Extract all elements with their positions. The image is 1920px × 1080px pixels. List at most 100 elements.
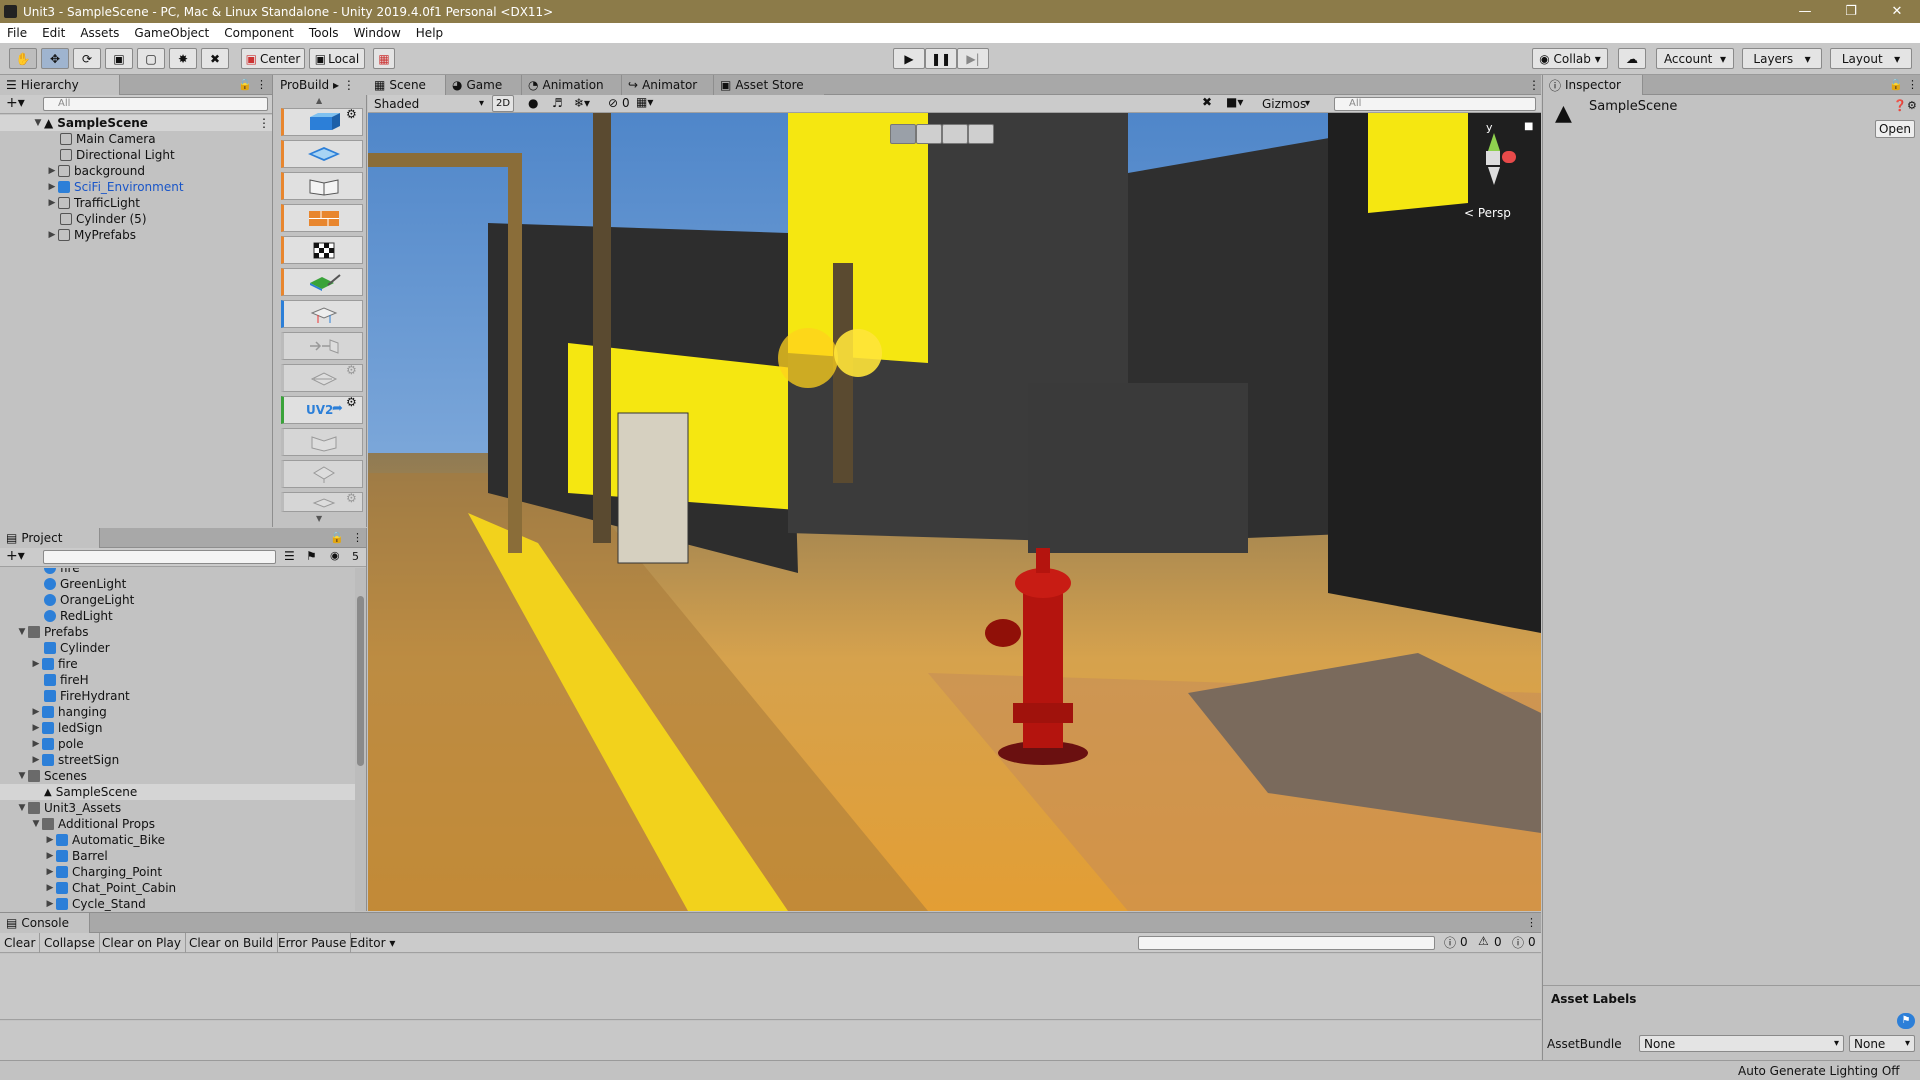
gizmo-z-cone[interactable]: [1488, 167, 1500, 185]
menu-assets[interactable]: Assets: [73, 26, 127, 40]
menu-window[interactable]: Window: [346, 26, 408, 40]
project-item[interactable]: ▶ Chat_Point_Cabin: [0, 880, 355, 896]
panel-menu-icon[interactable]: ⋮: [352, 531, 363, 544]
perspective-label[interactable]: < Persp: [1464, 206, 1511, 220]
lock-icon[interactable]: 🔒: [330, 531, 344, 544]
expand-arrow-icon[interactable]: ▶: [46, 230, 58, 240]
project-item[interactable]: ▶ Charging_Point: [0, 864, 355, 880]
tab-project[interactable]: ▤ Project: [0, 528, 100, 548]
settings-gear-icon[interactable]: ⚙: [346, 395, 357, 409]
project-folder[interactable]: ▼ Additional Props: [0, 816, 355, 832]
console-collapse-button[interactable]: Collapse: [40, 933, 100, 953]
scrollbar-thumb[interactable]: [357, 596, 364, 766]
tab-inspector[interactable]: ⓘ Inspector: [1543, 75, 1643, 95]
project-item[interactable]: ▶ ledSign: [0, 720, 355, 736]
menu-file[interactable]: File: [0, 26, 35, 40]
project-item[interactable]: OrangeLight: [0, 592, 355, 608]
vertex-mode-icon[interactable]: [916, 124, 942, 144]
gizmos-dropdown[interactable]: Gizmos: [1258, 95, 1314, 112]
collab-dropdown[interactable]: ◉ Collab ▾: [1532, 48, 1608, 69]
custom-tool-icon[interactable]: ✖: [201, 48, 229, 69]
hierarchy-search-input[interactable]: All: [43, 97, 268, 111]
scene-viewport[interactable]: y < Persp ■: [368, 113, 1541, 911]
expand-arrow-icon[interactable]: ▶: [44, 899, 56, 909]
uv-editor-button[interactable]: [281, 204, 363, 232]
layout-dropdown[interactable]: Layout ▾: [1830, 48, 1912, 69]
menu-gameobject[interactable]: GameObject: [127, 26, 217, 40]
hierarchy-item[interactable]: ▶ SciFi_Environment: [0, 179, 272, 195]
expand-arrow-icon[interactable]: ▼: [16, 627, 28, 637]
expand-arrow-icon[interactable]: ▼: [32, 118, 44, 128]
project-item[interactable]: fireH: [0, 672, 355, 688]
scroll-down-arrow-icon[interactable]: ▼: [316, 514, 322, 523]
hidden-objects-icon[interactable]: ⊘: [608, 96, 618, 110]
layers-dropdown[interactable]: Layers ▾: [1742, 48, 1822, 69]
warning-count-icon[interactable]: ⚠: [1478, 934, 1489, 948]
console-search-input[interactable]: [1138, 936, 1435, 950]
rect-tool-icon[interactable]: ▢: [137, 48, 165, 69]
move-tool-icon[interactable]: ✥: [41, 48, 69, 69]
panel-menu-icon[interactable]: ⋮: [1528, 78, 1540, 92]
hierarchy-item[interactable]: Cylinder (5): [0, 211, 272, 227]
audio-speaker-icon[interactable]: ♬: [552, 96, 563, 110]
close-button[interactable]: ✕: [1874, 0, 1920, 23]
expand-arrow-icon[interactable]: ▶: [30, 755, 42, 765]
cloud-icon[interactable]: ☁: [1618, 48, 1646, 69]
project-folder[interactable]: ▼ Unit3_Assets: [0, 800, 355, 816]
lighting-bulb-icon[interactable]: ●: [528, 96, 538, 110]
play-button[interactable]: ▶: [893, 48, 925, 69]
hierarchy-item[interactable]: Directional Light: [0, 147, 272, 163]
error-count-icon[interactable]: ⓘ: [1512, 934, 1524, 951]
extrude-button[interactable]: [281, 332, 363, 360]
viewport-lock-icon[interactable]: ■: [1524, 121, 1533, 132]
expand-arrow-icon[interactable]: ▶: [30, 739, 42, 749]
tab-console[interactable]: ▤ Console: [0, 913, 90, 933]
hierarchy-item[interactable]: Main Camera: [0, 131, 272, 147]
merge-button[interactable]: [281, 460, 363, 488]
shading-mode-dropdown[interactable]: Shaded: [370, 95, 488, 112]
edge-mode-icon[interactable]: [942, 124, 968, 144]
project-item[interactable]: GreenLight: [0, 576, 355, 592]
expand-arrow-icon[interactable]: ▶: [30, 723, 42, 733]
hidden-packages-icon[interactable]: ◉: [330, 549, 340, 562]
project-search-input[interactable]: [43, 550, 276, 564]
scene-orientation-gizmo[interactable]: y: [1458, 121, 1528, 191]
settings-gear-icon[interactable]: ⚙: [346, 491, 357, 505]
new-poly-shape-button[interactable]: [281, 140, 363, 168]
settings-gear-icon[interactable]: ⚙: [1907, 99, 1917, 112]
console-clear-on-play-button[interactable]: Clear on Play: [98, 933, 186, 953]
expand-arrow-icon[interactable]: ▶: [46, 182, 58, 192]
project-item[interactable]: ▲ SampleScene: [0, 784, 355, 800]
project-item[interactable]: Cylinder: [0, 640, 355, 656]
settings-gear-icon[interactable]: ⚙: [346, 363, 357, 377]
expand-arrow-icon[interactable]: ▶: [44, 883, 56, 893]
tab-animation[interactable]: ◔ Animation: [522, 75, 622, 95]
project-item[interactable]: FireHydrant: [0, 688, 355, 704]
expand-arrow-icon[interactable]: ▶: [46, 166, 58, 176]
account-dropdown[interactable]: Account ▾: [1656, 48, 1734, 69]
project-item[interactable]: ▶ fire: [0, 656, 355, 672]
2d-toggle-button[interactable]: 2D: [492, 95, 514, 112]
project-item[interactable]: ▶ hanging: [0, 704, 355, 720]
console-error-pause-button[interactable]: Error Pause: [274, 933, 352, 953]
object-mode-icon[interactable]: [890, 124, 916, 144]
console-clear-button[interactable]: Clear: [0, 933, 41, 953]
assetbundle-variant-dropdown[interactable]: None: [1849, 1035, 1915, 1052]
flip-normals-button[interactable]: [281, 428, 363, 456]
gizmo-y-cone[interactable]: [1488, 133, 1500, 151]
face-mode-icon[interactable]: [968, 124, 994, 144]
expand-arrow-icon[interactable]: ▶: [46, 198, 58, 208]
expand-arrow-icon[interactable]: ▼: [30, 819, 42, 829]
create-add-icon[interactable]: +▾: [6, 548, 25, 564]
step-button[interactable]: ▶|: [957, 48, 989, 69]
label-tag-icon[interactable]: ⚑: [1897, 1013, 1915, 1029]
menu-help[interactable]: Help: [409, 26, 451, 40]
grid-icon[interactable]: ▦▾: [636, 95, 653, 109]
hand-tool-icon[interactable]: ✋: [9, 48, 37, 69]
lock-icon[interactable]: 🔒: [238, 78, 252, 91]
project-item[interactable]: RedLight: [0, 608, 355, 624]
hierarchy-item[interactable]: ▶ TrafficLight: [0, 195, 272, 211]
panel-menu-icon[interactable]: ⋮: [256, 78, 267, 91]
scene-search-input[interactable]: All: [1334, 97, 1536, 111]
hierarchy-scene-row[interactable]: ▼ ▲ SampleScene ⋮: [0, 115, 272, 131]
